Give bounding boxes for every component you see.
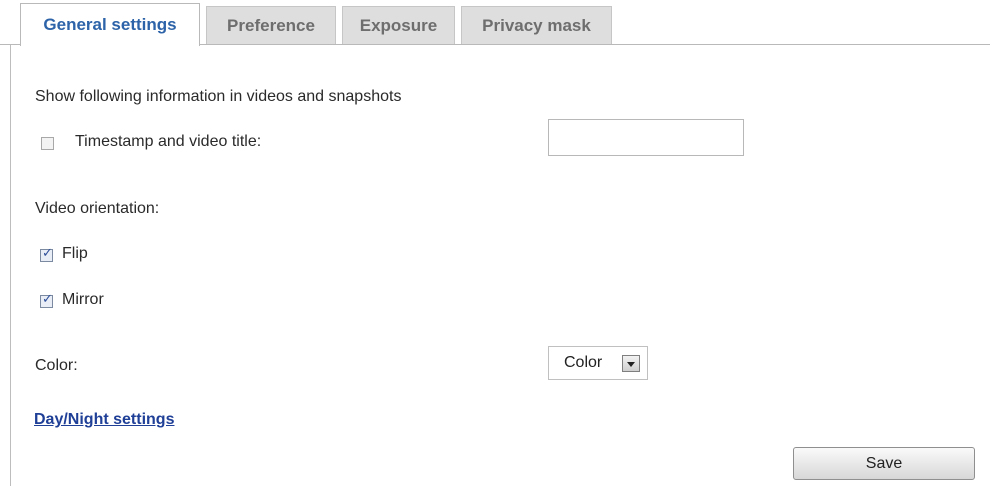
content-left-border <box>10 45 11 486</box>
video-orientation-heading: Video orientation: <box>35 200 160 217</box>
chevron-down-icon[interactable] <box>622 355 640 372</box>
flip-checkbox[interactable]: ✓ <box>40 245 53 262</box>
mirror-checkbox[interactable]: ✓ <box>40 291 53 308</box>
color-select[interactable]: Color <box>548 346 648 380</box>
settings-panel: General settings Preference Exposure Pri… <box>0 0 993 486</box>
mirror-label: Mirror <box>62 291 104 308</box>
tab-bar: General settings Preference Exposure Pri… <box>0 0 993 46</box>
day-night-settings-link[interactable]: Day/Night settings <box>34 411 174 429</box>
tab-exposure[interactable]: Exposure <box>342 6 455 44</box>
timestamp-checkbox[interactable] <box>41 137 54 150</box>
checkmark-icon: ✓ <box>42 245 53 260</box>
tab-privacy-mask[interactable]: Privacy mask <box>461 6 612 44</box>
save-button[interactable]: Save <box>793 447 975 480</box>
tab-general-settings[interactable]: General settings <box>20 3 200 46</box>
flip-label: Flip <box>62 245 88 262</box>
video-title-input[interactable] <box>548 119 744 156</box>
info-section-heading: Show following information in videos and… <box>35 88 402 105</box>
checkmark-icon: ✓ <box>42 291 53 306</box>
color-select-value: Color <box>564 354 603 371</box>
color-label: Color: <box>35 357 78 374</box>
timestamp-label: Timestamp and video title: <box>75 133 262 150</box>
tab-preference[interactable]: Preference <box>206 6 336 44</box>
